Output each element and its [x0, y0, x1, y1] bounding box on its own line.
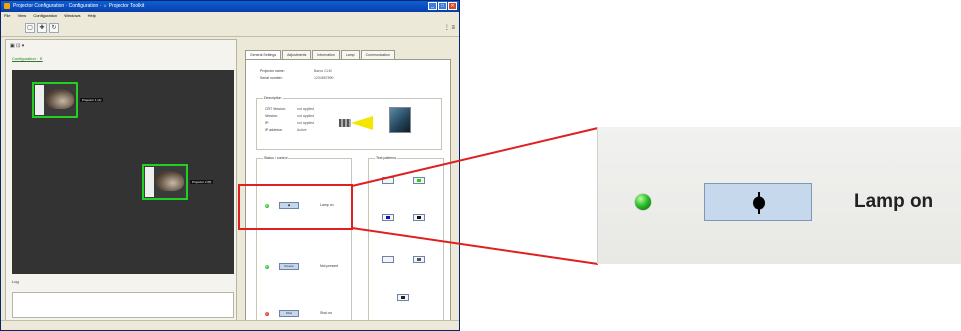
menu-help[interactable]: Help — [88, 13, 96, 18]
tab-lamp[interactable]: Lamp — [340, 50, 360, 59]
highlight-box — [238, 184, 353, 230]
status-bar — [1, 320, 459, 330]
projector-side-label — [145, 167, 154, 197]
description-group: Description CRT Version: not applied Ver… — [256, 96, 442, 150]
menu-configuration[interactable]: Configuration — [33, 13, 57, 18]
maximize-button[interactable]: □ — [438, 2, 447, 10]
description-label: CRT Version: — [265, 107, 286, 111]
projector-label: Projector 1 (A) — [80, 98, 104, 102]
field-value: Barco CLM — [314, 69, 332, 73]
panel-tools-icon[interactable]: ▣ ⊡ ▾ — [10, 43, 24, 49]
toolbar-overflow-icon[interactable]: ⋮ ≡ — [444, 24, 455, 31]
configuration-panel: ▣ ⊡ ▾ Configuration · ✕ Projector 1 (A) … — [5, 39, 237, 321]
tab-communication[interactable]: Communication — [360, 50, 395, 59]
settings-tabs: General Settings Adjustments Information… — [245, 50, 395, 59]
app-icon — [4, 3, 10, 9]
pattern-grid-button[interactable] — [413, 256, 425, 263]
select-tool-icon[interactable]: ▢ — [25, 23, 35, 33]
pattern-dark-button[interactable] — [397, 294, 409, 301]
description-label: IP: — [265, 121, 270, 125]
refresh-icon[interactable]: ↻ — [49, 23, 59, 33]
shutter-button[interactable]: Shut — [279, 310, 299, 317]
projector-side-label — [35, 85, 44, 115]
menu-windows[interactable]: Windows — [64, 13, 80, 18]
pattern-black-button[interactable] — [413, 214, 425, 221]
pattern-blue-button[interactable] — [382, 214, 394, 221]
menu-view[interactable]: View — [18, 13, 27, 18]
tab-configuration[interactable]: Configuration · ✕ — [12, 56, 43, 61]
projected-image-icon — [389, 107, 411, 133]
description-value: not applied — [297, 107, 315, 111]
minimize-button[interactable]: _ — [428, 2, 437, 10]
description-value: not applied — [297, 121, 315, 125]
title-bar: Projector Configuration · Configuration … — [1, 1, 459, 12]
tab-general-settings[interactable]: General Settings — [245, 50, 282, 59]
description-value: not applied — [297, 114, 315, 118]
lamp-toggle-button-zoomed[interactable] — [704, 183, 812, 221]
field-label: Projector name: — [260, 69, 285, 73]
tab-adjustments[interactable]: Adjustments — [282, 50, 312, 59]
status-led — [265, 312, 269, 316]
menu-file[interactable]: File — [4, 13, 10, 18]
window-title: Projector Configuration · Configuration … — [13, 3, 145, 9]
app-window: Projector Configuration · Configuration … — [0, 0, 460, 331]
pattern-white-button[interactable] — [382, 177, 394, 184]
zoom-inset: Lamp on — [597, 127, 961, 264]
description-value: Active — [297, 128, 307, 132]
lamp-power-icon — [753, 192, 765, 214]
projector-icon — [156, 171, 184, 191]
field-label: Serial number: — [260, 76, 283, 80]
lamp-status-label: Lamp on — [854, 191, 934, 212]
test-patterns-title: Test patterns — [375, 156, 398, 160]
log-area[interactable] — [12, 292, 234, 318]
description-label: IP address: — [265, 128, 283, 132]
menu-bar: File View Configuration Windows Help — [1, 12, 459, 20]
projector-node[interactable] — [142, 164, 188, 200]
projection-beam-icon — [351, 116, 373, 130]
projector-label: Projector 2 (B) — [190, 180, 214, 184]
pattern-blank-button[interactable] — [382, 256, 394, 263]
status-led — [265, 265, 269, 269]
pattern-green-button[interactable] — [413, 177, 425, 184]
tab-information[interactable]: Information — [312, 50, 340, 59]
control-label: Shut on — [320, 311, 333, 315]
log-title: Log — [12, 279, 19, 284]
projector-canvas[interactable]: Projector 1 (A) Projector 2 (B) — [12, 70, 234, 274]
projector-icon — [46, 89, 74, 109]
projector-node[interactable] — [32, 82, 78, 118]
field-value: 1234567890 — [314, 76, 334, 80]
freeze-button[interactable]: Freeze — [279, 263, 299, 270]
control-label: Not present — [320, 264, 339, 268]
lamp-status-led — [635, 194, 651, 210]
toolbar: ▢ ✚ ↻ ⋮ ≡ — [1, 20, 459, 37]
description-label: Version: — [265, 114, 278, 118]
description-title: Description — [263, 96, 283, 100]
add-projector-icon[interactable]: ✚ — [37, 23, 47, 33]
status-control-title: Status / control — [263, 156, 289, 160]
close-button[interactable]: ✕ — [448, 2, 457, 10]
projector-lens-icon — [339, 119, 351, 127]
window-controls: _ □ ✕ — [428, 2, 457, 10]
